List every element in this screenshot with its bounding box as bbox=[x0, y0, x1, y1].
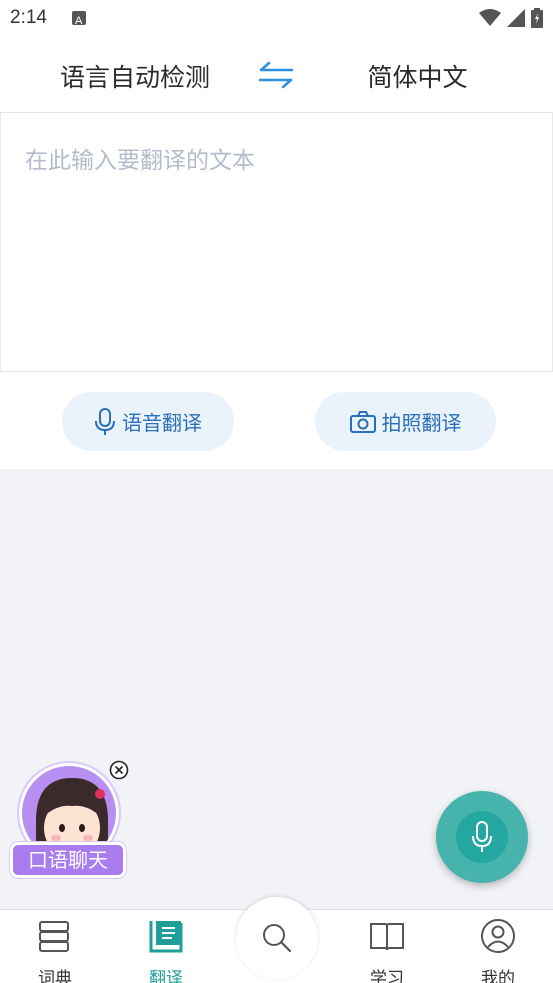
status-bar: 2:14 A bbox=[0, 0, 553, 38]
translate-icon bbox=[149, 921, 183, 953]
language-bar: 语言自动检测 简体中文 bbox=[0, 38, 553, 112]
wifi-icon bbox=[479, 9, 501, 26]
photo-translate-button[interactable]: 拍照翻译 bbox=[315, 392, 496, 451]
target-language-selector[interactable]: 简体中文 bbox=[320, 58, 515, 94]
microphone-icon bbox=[95, 407, 115, 435]
notification-a-icon: A bbox=[72, 11, 86, 27]
search-icon bbox=[263, 924, 292, 953]
translation-input-area bbox=[0, 112, 553, 372]
translation-input[interactable] bbox=[25, 141, 525, 341]
profile-icon bbox=[481, 919, 515, 953]
oral-chat-label: 口语聊天 bbox=[10, 842, 126, 878]
svg-text:A: A bbox=[75, 15, 83, 26]
voice-translate-label: 语音翻译 bbox=[122, 411, 202, 435]
close-icon[interactable] bbox=[109, 760, 129, 780]
photo-translate-label: 拍照翻译 bbox=[381, 411, 462, 435]
status-time: 2:14 bbox=[10, 7, 47, 28]
swap-arrows-icon[interactable] bbox=[256, 60, 296, 90]
nav-label-translate: 翻译 bbox=[149, 969, 183, 983]
book-icon bbox=[370, 923, 404, 951]
nav-label-profile: 我的 bbox=[481, 969, 515, 983]
camera-icon bbox=[349, 410, 376, 433]
nav-item-dictionary[interactable]: 词典 bbox=[20, 916, 90, 983]
source-language-label: 语言自动检测 bbox=[59, 63, 210, 92]
dictionary-icon bbox=[39, 921, 69, 952]
voice-input-fab[interactable] bbox=[436, 791, 528, 883]
nav-item-translate[interactable]: 翻译 bbox=[131, 916, 201, 983]
source-language-selector[interactable]: 语言自动检测 bbox=[0, 58, 270, 94]
fab-inner bbox=[456, 811, 508, 863]
target-language-label: 简体中文 bbox=[367, 63, 468, 92]
nav-label-dictionary: 词典 bbox=[38, 969, 72, 983]
signal-icon bbox=[507, 9, 525, 27]
translation-actions: 语音翻译 拍照翻译 bbox=[0, 372, 553, 470]
battery-icon bbox=[531, 8, 543, 28]
search-button[interactable] bbox=[236, 897, 318, 979]
nav-label-study: 学习 bbox=[370, 969, 404, 983]
voice-translate-button[interactable]: 语音翻译 bbox=[62, 392, 234, 451]
nav-item-study[interactable]: 学习 bbox=[352, 916, 422, 983]
nav-item-profile[interactable]: 我的 bbox=[463, 916, 533, 983]
microphone-icon bbox=[472, 821, 492, 852]
